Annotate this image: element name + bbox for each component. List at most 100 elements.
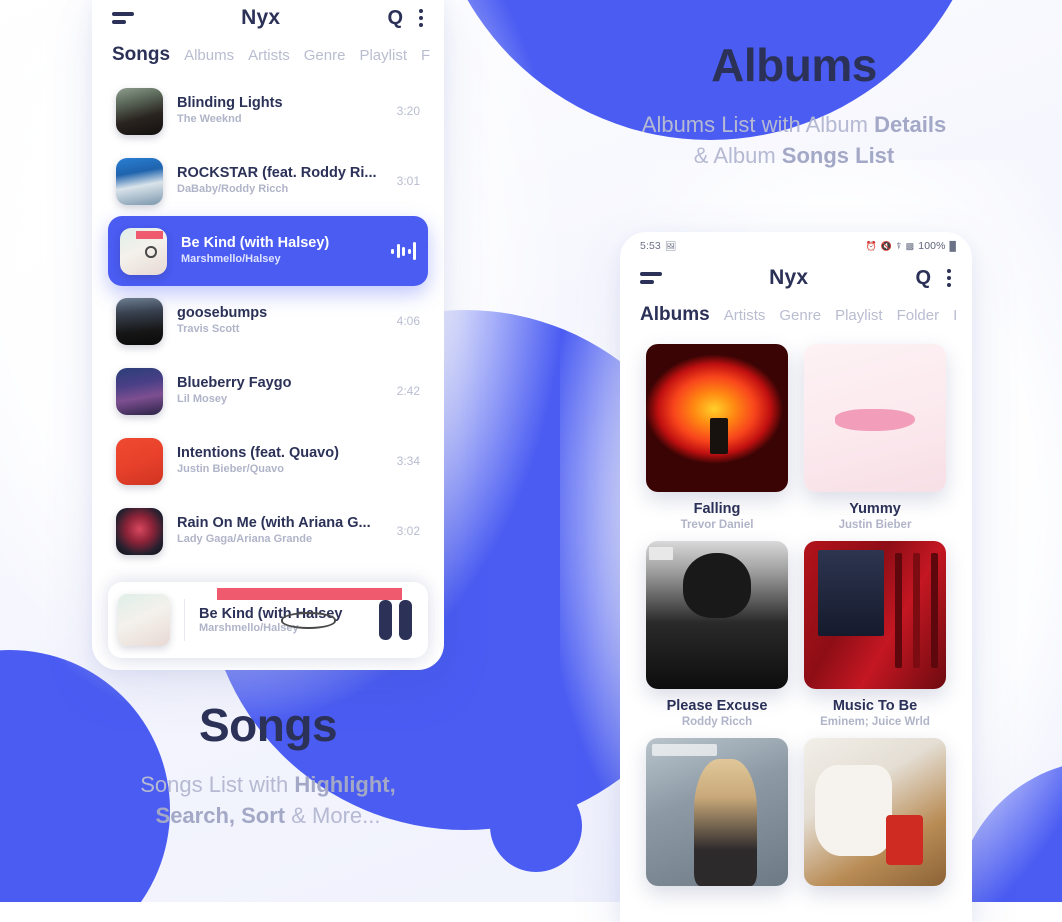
tab-albums[interactable]: Albums	[184, 47, 234, 64]
phone-mockup-albums: 5:53 🖼 ⏰ 🔇 ⍒ ▩ 100% █ Nyx Q Albums Artist…	[620, 232, 972, 922]
mute-icon: 🔇	[880, 240, 893, 251]
song-artwork	[120, 227, 167, 275]
tab-artists[interactable]: Artists	[248, 47, 290, 64]
song-artwork	[116, 157, 163, 205]
album-artwork	[646, 344, 788, 492]
tab-playlist[interactable]: Playlist	[835, 307, 883, 324]
album-grid: Falling Trevor Daniel Yummy Justin Bieber Pl…	[620, 336, 972, 886]
song-title: Be Kind (with Halsey)	[181, 234, 330, 251]
song-title: ROCKSTAR (feat. Roddy Ri...	[177, 164, 377, 181]
album-artist: Eminem; Juice Wrld	[820, 716, 930, 728]
song-title: Blueberry Faygo	[177, 374, 292, 391]
song-duration: 3:34	[396, 454, 420, 468]
sort-icon[interactable]	[112, 12, 134, 24]
song-title: Intentions (feat. Quavo)	[177, 444, 339, 461]
album-artist: Roddy Ricch	[681, 716, 753, 728]
song-artwork	[116, 367, 163, 415]
album-artwork	[804, 344, 946, 492]
pause-icon[interactable]	[379, 600, 418, 640]
song-duration: 3:20	[396, 104, 420, 118]
song-duration: 3:01	[396, 174, 420, 188]
mini-player-artwork	[118, 594, 170, 646]
status-bar: 5:53 🖼 ⏰ 🔇 ⍒ ▩ 100% █	[620, 232, 972, 252]
tab-genre[interactable]: Genre	[304, 47, 346, 64]
tab-playlist[interactable]: Playlist	[359, 47, 407, 64]
appbar-actions: Q	[387, 7, 426, 29]
albums-appbar: Nyx Q	[620, 252, 972, 298]
tab-artists[interactable]: Artists	[724, 307, 766, 324]
tab-genre[interactable]: Genre	[779, 307, 821, 324]
song-row[interactable]: Rain On Me (with Ariana G... Lady Gaga/Ar…	[108, 496, 428, 566]
caption-albums-line2a: & Album	[693, 143, 782, 169]
album-cell[interactable]: Falling Trevor Daniel	[646, 344, 788, 531]
album-artwork	[646, 541, 788, 689]
album-cell[interactable]	[646, 738, 788, 886]
album-cell[interactable]: Please Excuse Roddy Ricch	[646, 541, 788, 728]
song-artist: DaBaby/Roddy Ricch	[177, 183, 289, 196]
more-vertical-icon[interactable]	[416, 7, 426, 29]
song-row[interactable]: Blinding Lights The Weeknd 3:20	[108, 76, 428, 146]
album-cell[interactable]: Music To Be Eminem; Juice Wrld	[804, 541, 946, 728]
sort-icon[interactable]	[640, 272, 662, 284]
song-title: Blinding Lights	[177, 94, 283, 111]
tab-folder[interactable]: Folder	[897, 307, 940, 324]
song-duration: 2:42	[396, 384, 420, 398]
song-duration: 4:06	[396, 314, 420, 328]
album-artist: Justin Bieber	[838, 519, 912, 531]
search-icon[interactable]: Q	[387, 8, 403, 28]
song-row[interactable]: goosebumps Travis Scott 4:06	[108, 286, 428, 356]
song-artwork	[116, 87, 163, 135]
songs-appbar: Nyx Q	[92, 0, 444, 38]
tab-songs[interactable]: Songs	[112, 44, 170, 66]
battery-full-icon: █	[949, 240, 956, 251]
song-artist: Travis Scott	[177, 323, 240, 336]
caption-albums-line1a: Albums List with Album	[641, 111, 875, 137]
signal-icon: ▩	[905, 240, 915, 251]
song-artist: Lady Gaga/Ariana Grande	[177, 533, 313, 546]
image-icon: 🖼	[664, 240, 677, 251]
song-artist: Lil Mosey	[177, 393, 228, 406]
caption-albums-line2b: Songs List	[781, 143, 895, 169]
song-title: Rain On Me (with Ariana G...	[177, 514, 371, 531]
song-meta: ROCKSTAR (feat. Roddy Ri... DaBaby/Roddy …	[177, 164, 383, 199]
album-artwork	[804, 738, 946, 886]
album-cell[interactable]	[804, 738, 946, 886]
phone-mockup-songs: Nyx Q Songs Albums Artists Genre Playlist F B…	[92, 0, 444, 670]
caption-songs-line2a: Search, Sort	[155, 803, 286, 829]
song-artwork	[116, 297, 163, 345]
caption-songs-subtitle: Songs List with Highlight, Search, Sort …	[58, 769, 478, 833]
app-title: Nyx	[769, 266, 809, 289]
wifi-off-icon: ⍒	[896, 240, 902, 251]
song-row[interactable]: Be Kind (with Halsey) Marshmello/Halsey	[108, 216, 428, 286]
song-list: Blinding Lights The Weeknd 3:20 ROCKSTAR (f…	[92, 76, 444, 566]
tab-f[interactable]: F	[421, 47, 430, 64]
song-meta: Blinding Lights The Weeknd	[177, 94, 383, 129]
status-time: 5:53	[640, 240, 661, 252]
song-meta: goosebumps Travis Scott	[177, 304, 383, 339]
song-artwork	[116, 507, 163, 555]
album-name: Music To Be	[832, 698, 918, 714]
tab-albums[interactable]: Albums	[640, 304, 710, 326]
caption-albums: Albums Albums List with Album Details & …	[584, 40, 1004, 172]
album-name: Falling	[693, 501, 741, 517]
album-artist: Trevor Daniel	[680, 519, 754, 531]
song-row[interactable]: ROCKSTAR (feat. Roddy Ri... DaBaby/Roddy …	[108, 146, 428, 216]
song-artist: The Weeknd	[177, 113, 242, 126]
songs-tab-bar[interactable]: Songs Albums Artists Genre Playlist F	[92, 38, 444, 76]
tab-i[interactable]: I	[953, 307, 957, 324]
song-row[interactable]: Blueberry Faygo Lil Mosey 2:42	[108, 356, 428, 426]
search-icon[interactable]: Q	[915, 268, 931, 288]
album-artwork	[646, 738, 788, 886]
song-meta: Rain On Me (with Ariana G... Lady Gaga/Ar…	[177, 514, 383, 549]
song-meta: Be Kind (with Halsey) Marshmello/Halsey	[181, 234, 377, 269]
more-vertical-icon[interactable]	[944, 267, 954, 289]
albums-tab-bar[interactable]: Albums Artists Genre Playlist Folder I	[620, 298, 972, 336]
album-artwork	[804, 541, 946, 689]
song-meta: Intentions (feat. Quavo) Justin Bieber/Qu…	[177, 444, 383, 479]
status-bar-left: 5:53 🖼	[640, 240, 676, 252]
mini-player[interactable]: Be Kind (with Halsey Marshmello/Halsey	[108, 582, 428, 658]
album-cell[interactable]: Yummy Justin Bieber	[804, 344, 946, 531]
album-name: Please Excuse	[666, 698, 768, 714]
song-row[interactable]: Intentions (feat. Quavo) Justin Bieber/Qu…	[108, 426, 428, 496]
caption-songs-title: Songs	[198, 699, 338, 751]
